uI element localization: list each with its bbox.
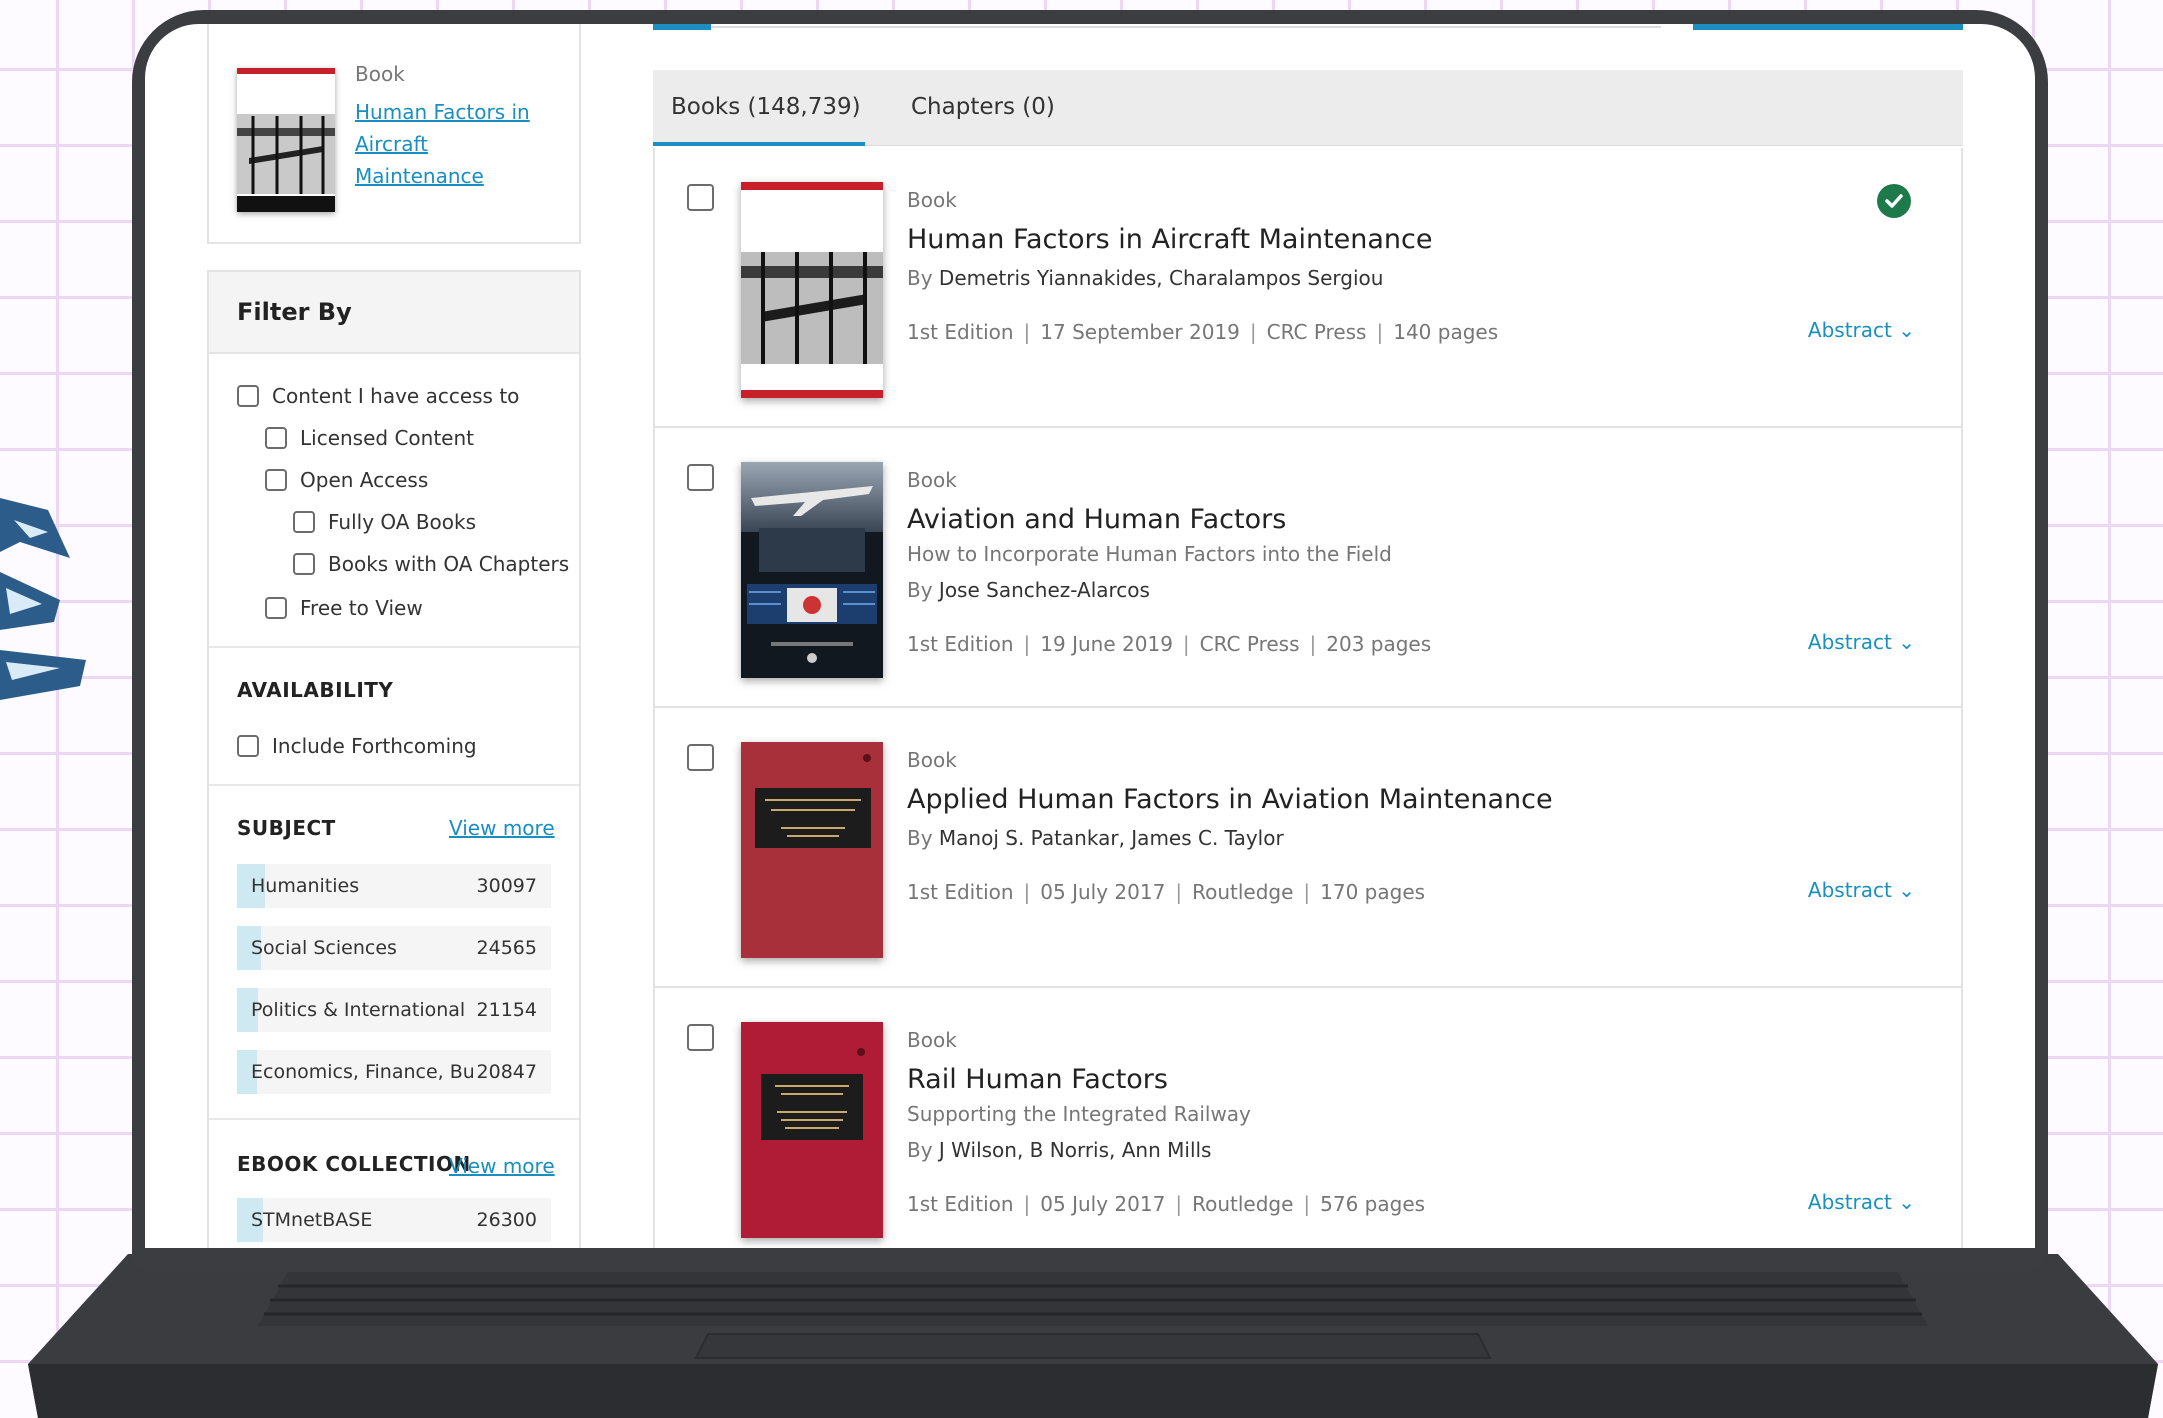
availability-heading: AVAILABILITY <box>237 678 394 702</box>
filter-licensed-content[interactable]: Licensed Content <box>265 426 474 450</box>
divider <box>209 1118 579 1120</box>
access-check-icon <box>1877 184 1911 218</box>
result-authors: By Manoj S. Patankar, James C. Taylor <box>907 826 1284 850</box>
result-title-link[interactable]: Rail Human Factors <box>907 1064 1168 1095</box>
search-bar-edge <box>711 26 1661 28</box>
result-type: Book <box>907 748 957 772</box>
abstract-toggle[interactable]: Abstract ⌄ <box>1808 630 1915 654</box>
result-item: Book Rail Human Factors Supporting the I… <box>653 988 1963 1248</box>
filter-panel: Filter By Content I have access to Licen… <box>207 270 581 1248</box>
checkbox[interactable] <box>265 469 287 491</box>
book-cover-image[interactable] <box>741 462 883 678</box>
abstract-toggle[interactable]: Abstract ⌄ <box>1808 318 1915 342</box>
subject-facet-economics[interactable]: Economics, Finance, Bus... 20847 <box>237 1050 551 1094</box>
subject-facet-social-sciences[interactable]: Social Sciences 24565 <box>237 926 551 970</box>
laptop-keyboard <box>28 1254 2158 1418</box>
filter-heading: Filter By <box>209 272 579 354</box>
last-viewed-card: Book Human Factors in Aircraft Maintenan… <box>207 24 581 244</box>
divider <box>209 784 579 786</box>
subject-heading: SUBJECT <box>237 816 336 840</box>
result-meta: 1st Edition | 17 September 2019 | CRC Press |… <box>907 320 1499 344</box>
result-subtitle: Supporting the Integrated Railway <box>907 1102 1251 1126</box>
result-type: Book <box>907 188 957 212</box>
book-cover-image[interactable] <box>741 1022 883 1238</box>
last-viewed-type: Book <box>355 62 405 86</box>
chevron-down-icon: ⌄ <box>1898 878 1915 902</box>
result-meta: 1st Edition | 05 July 2017 | Routledge | 170 p… <box>907 880 1426 904</box>
last-viewed-cover[interactable] <box>237 68 335 212</box>
filter-fully-oa-books[interactable]: Fully OA Books <box>293 510 476 534</box>
screen: Book Human Factors in Aircraft Maintenan… <box>145 24 2035 1248</box>
result-title-link[interactable]: Aviation and Human Factors <box>907 504 1286 535</box>
result-select-checkbox[interactable] <box>687 1024 714 1051</box>
results-tabs: Books (148,739) Chapters (0) <box>653 70 1963 146</box>
book-cover-image[interactable] <box>741 182 883 398</box>
result-select-checkbox[interactable] <box>687 184 714 211</box>
result-subtitle: How to Incorporate Human Factors into th… <box>907 542 1392 566</box>
checkbox[interactable] <box>265 597 287 619</box>
accent-bar <box>653 24 711 30</box>
tab-chapters[interactable]: Chapters (0) <box>911 70 1111 146</box>
subject-facet-politics[interactable]: Politics & International ... 21154 <box>237 988 551 1032</box>
chevron-down-icon: ⌄ <box>1898 318 1915 342</box>
sidebar: Book Human Factors in Aircraft Maintenan… <box>207 24 581 1248</box>
chevron-down-icon: ⌄ <box>1898 1190 1915 1214</box>
checkbox[interactable] <box>293 511 315 533</box>
result-select-checkbox[interactable] <box>687 464 714 491</box>
filter-include-forthcoming[interactable]: Include Forthcoming <box>237 734 477 758</box>
filter-free-to-view[interactable]: Free to View <box>265 596 423 620</box>
tab-books[interactable]: Books (148,739) <box>653 70 865 146</box>
result-type: Book <box>907 468 957 492</box>
result-select-checkbox[interactable] <box>687 744 714 771</box>
filter-content-access[interactable]: Content I have access to <box>237 384 519 408</box>
checkbox[interactable] <box>293 553 315 575</box>
result-meta: 1st Edition | 19 June 2019 | CRC Press | 203 p… <box>907 632 1432 656</box>
filter-books-oa-chapters[interactable]: Books with OA Chapters <box>293 552 569 576</box>
checkbox[interactable] <box>237 735 259 757</box>
subject-view-more-link[interactable]: View more <box>449 816 555 840</box>
ebook-collection-view-more-link[interactable]: View more <box>449 1154 555 1178</box>
filter-open-access[interactable]: Open Access <box>265 468 428 492</box>
result-item: Book Applied Human Factors in Aviation M… <box>653 708 1963 988</box>
ebook-facet-stmnetbase[interactable]: STMnetBASE 26300 <box>237 1198 551 1242</box>
abstract-toggle[interactable]: Abstract ⌄ <box>1808 878 1915 902</box>
subject-facet-humanities[interactable]: Humanities 30097 <box>237 864 551 908</box>
result-authors: By Demetris Yiannakides, Charalampos Ser… <box>907 266 1384 290</box>
checkbox[interactable] <box>265 427 287 449</box>
chevron-decoration-icon <box>0 498 86 700</box>
divider <box>209 646 579 648</box>
abstract-toggle[interactable]: Abstract ⌄ <box>1808 1190 1915 1214</box>
result-authors: By Jose Sanchez-Alarcos <box>907 578 1150 602</box>
ebook-collection-heading: EBOOK COLLECTION <box>237 1152 471 1176</box>
result-item: Book Human Factors in Aircraft Maintenan… <box>653 148 1963 428</box>
search-button-edge[interactable] <box>1693 24 1963 30</box>
result-authors: By J Wilson, B Norris, Ann Mills <box>907 1138 1212 1162</box>
result-meta: 1st Edition | 05 July 2017 | Routledge | 576 p… <box>907 1192 1426 1216</box>
chevron-down-icon: ⌄ <box>1898 630 1915 654</box>
result-title-link[interactable]: Human Factors in Aircraft Maintenance <box>907 224 1433 255</box>
checkbox[interactable] <box>237 385 259 407</box>
results-area: Books (148,739) Chapters (0) Book Human … <box>653 24 1963 1248</box>
result-type: Book <box>907 1028 957 1052</box>
last-viewed-title-link[interactable]: Human Factors in Aircraft Maintenance <box>355 96 555 192</box>
book-cover-image[interactable] <box>741 742 883 958</box>
result-title-link[interactable]: Applied Human Factors in Aviation Mainte… <box>907 784 1553 815</box>
result-item: Book Aviation and Human Factors How to I… <box>653 428 1963 708</box>
